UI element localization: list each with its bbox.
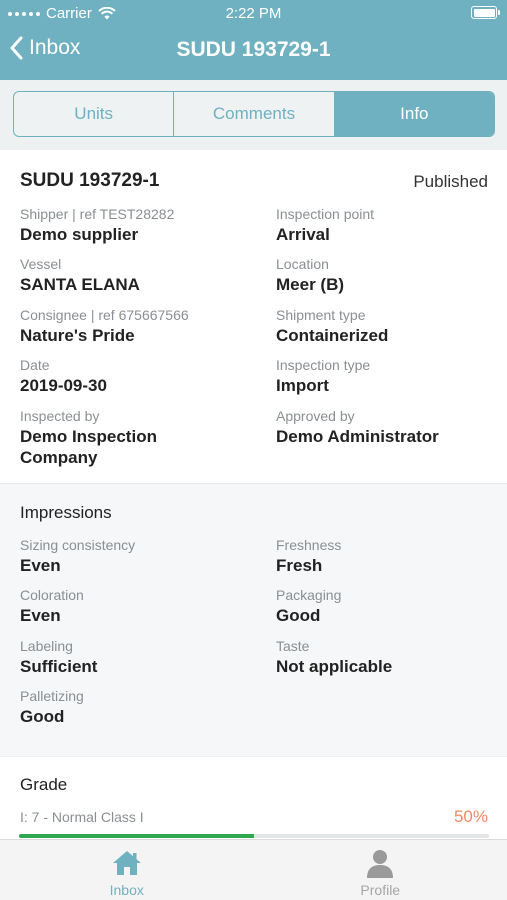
- field-label: Location: [276, 256, 329, 272]
- field-label: Approved by: [276, 408, 355, 424]
- field-label: Freshness: [276, 537, 342, 553]
- field-value: Not applicable: [276, 657, 393, 676]
- segmented-control: Units Comments Info: [13, 91, 495, 137]
- field-label: Sizing consistency: [20, 537, 136, 553]
- field-value: 2019-09-30: [20, 376, 107, 395]
- field-label: Coloration: [20, 587, 84, 603]
- field-sizing-consistency: Sizing consistency Even: [20, 536, 250, 576]
- impressions-heading: Impressions: [20, 503, 112, 522]
- field-value: Good: [20, 707, 65, 726]
- tab-units[interactable]: Units: [14, 92, 175, 136]
- page-title: SUDU 193729-1: [176, 38, 331, 61]
- field-value: Arrival: [276, 225, 330, 244]
- field-packaging: Packaging Good: [276, 586, 506, 626]
- tabbar-profile[interactable]: Profile: [254, 840, 507, 900]
- details-section: SUDU 193729-1 Published Shipper | ref TE…: [0, 150, 507, 483]
- status-bar: Carrier 2:22 PM: [0, 0, 507, 26]
- field-label: Consignee | ref 675667566: [20, 307, 189, 323]
- field-value: Demo supplier: [20, 225, 139, 244]
- field-value: Import: [276, 376, 329, 395]
- field-label: Inspected by: [20, 408, 100, 424]
- field-label: Shipper | ref TEST28282: [20, 206, 175, 222]
- field-value: Even: [20, 556, 61, 575]
- grade-section: Grade I: 7 - Normal Class I 50%: [0, 757, 507, 839]
- tabbar-inbox-label: Inbox: [109, 882, 144, 898]
- field-value: Demo Administrator: [276, 427, 439, 446]
- field-label: Date: [20, 357, 50, 373]
- tab-bar: Inbox Profile: [0, 839, 507, 900]
- clock: 2:22 PM: [225, 5, 282, 22]
- battery-icon: [471, 6, 500, 19]
- field-inspected-by: Inspected by Demo Inspection Company: [20, 407, 220, 468]
- status-badge: Published: [413, 172, 488, 191]
- field-value: Demo Inspection Company: [20, 427, 157, 467]
- field-inspection-type: Inspection type Import: [276, 356, 506, 396]
- field-value: Even: [20, 606, 61, 625]
- grade-class: I: 7 - Normal Class I: [20, 809, 144, 825]
- impressions-section: Impressions Sizing consistency Even Fres…: [0, 483, 507, 756]
- tab-info[interactable]: Info: [334, 92, 494, 136]
- field-label: Inspection point: [276, 206, 375, 222]
- field-value: Nature's Pride: [20, 326, 135, 345]
- grade-percent: 50%: [453, 807, 488, 826]
- tabbar-profile-label: Profile: [360, 882, 401, 898]
- field-label: Packaging: [276, 587, 342, 603]
- field-value: Containerized: [276, 326, 389, 345]
- field-taste: Taste Not applicable: [276, 637, 506, 677]
- field-label: Inspection type: [276, 357, 371, 373]
- grade-progress: [19, 834, 489, 838]
- field-label: Palletizing: [20, 688, 84, 704]
- field-consignee: Consignee | ref 675667566 Nature's Pride: [20, 306, 250, 346]
- field-vessel: Vessel SANTA ELANA: [20, 255, 250, 295]
- field-label: Shipment type: [276, 307, 366, 323]
- field-date: Date 2019-09-30: [20, 356, 250, 396]
- field-value: SANTA ELANA: [20, 275, 140, 294]
- container-title: SUDU 193729-1: [20, 170, 160, 191]
- field-value: Fresh: [276, 556, 323, 575]
- field-value: Meer (B): [276, 275, 345, 294]
- grade-progress-fill: [19, 834, 254, 838]
- field-approved-by: Approved by Demo Administrator: [276, 407, 506, 447]
- field-label: Labeling: [20, 638, 73, 654]
- tab-comments[interactable]: Comments: [174, 92, 335, 136]
- segment-bar: Units Comments Info: [0, 80, 507, 150]
- navigation-header: Carrier 2:22 PM Inbox SUDU 193729-1: [0, 0, 507, 80]
- field-value: Good: [276, 606, 321, 625]
- person-icon: [364, 847, 396, 879]
- field-shipper: Shipper | ref TEST28282 Demo supplier: [20, 205, 250, 245]
- tabbar-inbox[interactable]: Inbox: [0, 840, 254, 900]
- field-palletizing: Palletizing Good: [20, 687, 250, 727]
- field-inspection-point: Inspection point Arrival: [276, 205, 506, 245]
- home-icon: [111, 847, 143, 879]
- field-location: Location Meer (B): [276, 255, 506, 295]
- field-shipment-type: Shipment type Containerized: [276, 306, 506, 346]
- field-label: Taste: [276, 638, 310, 654]
- field-label: Vessel: [20, 256, 62, 272]
- field-freshness: Freshness Fresh: [276, 536, 506, 576]
- field-labeling: Labeling Sufficient: [20, 637, 250, 677]
- field-coloration: Coloration Even: [20, 586, 250, 626]
- field-value: Sufficient: [20, 657, 98, 676]
- grade-heading: Grade: [20, 775, 68, 794]
